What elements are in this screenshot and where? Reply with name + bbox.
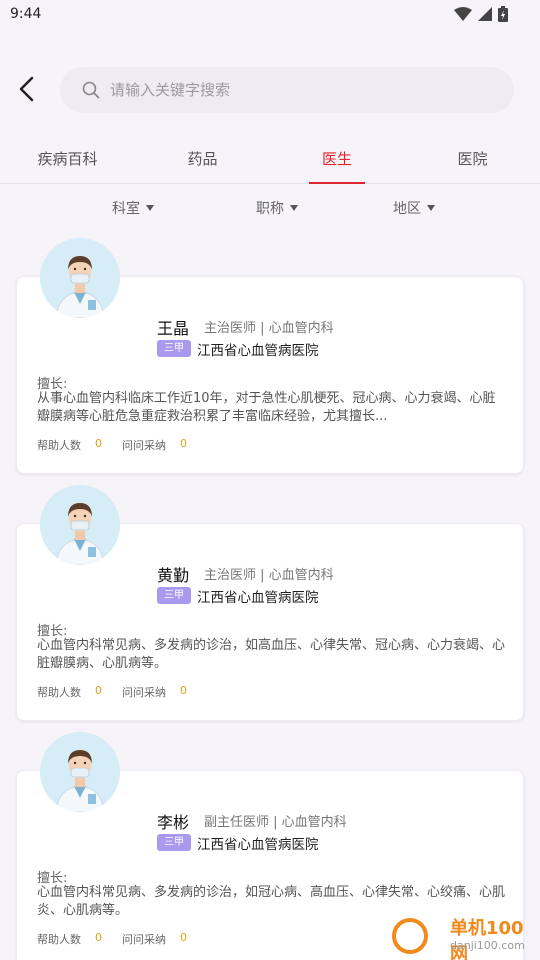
doctor-stats: 帮助人数 0 问问采纳 0 <box>37 437 207 453</box>
back-button[interactable] <box>14 74 42 104</box>
adopt-count-value: 0 <box>180 931 187 944</box>
search-box[interactable] <box>60 67 514 113</box>
hospital-name: 江西省心血管病医院 <box>197 837 319 853</box>
hospital-level-badge: 三甲 <box>157 587 191 604</box>
doctor-stats: 帮助人数 0 问问采纳 0 <box>37 684 207 700</box>
doctor-avatar <box>40 485 120 565</box>
adopt-count-label: 问问采纳 <box>122 933 166 946</box>
watermark-logo-icon <box>392 918 428 954</box>
caret-down-icon <box>290 205 298 211</box>
filter-label: 地区 <box>393 201 421 217</box>
doctor-title: 主治医师 | 心血管内科 <box>204 568 334 583</box>
doctor-card[interactable]: 黄勤 主治医师 | 心血管内科 三甲 江西省心血管病医院 擅长: 心血管内科常见… <box>16 485 524 725</box>
adopt-count-label: 问问采纳 <box>122 439 166 452</box>
filter-title[interactable]: 职称 <box>256 198 298 218</box>
watermark-text: 单机100网 <box>450 918 524 960</box>
tab-label: 疾病百科 <box>37 150 98 168</box>
filter-region[interactable]: 地区 <box>393 198 435 218</box>
help-count-value: 0 <box>95 684 102 697</box>
hospital-name: 江西省心血管病医院 <box>197 343 319 359</box>
tab-diseases[interactable]: 疾病百科 <box>0 138 135 183</box>
doctor-name: 李彬 <box>157 813 190 832</box>
help-count-label: 帮助人数 <box>37 686 81 699</box>
help-count-label: 帮助人数 <box>37 439 81 452</box>
filter-label: 科室 <box>112 201 140 217</box>
signal-icon <box>478 7 492 21</box>
wifi-icon <box>454 7 472 21</box>
search-bar <box>0 66 540 114</box>
adopt-count-value: 0 <box>180 437 187 450</box>
category-tabs: 疾病百科 药品 医生 医院 <box>0 138 540 184</box>
help-count-value: 0 <box>95 931 102 944</box>
filter-department[interactable]: 科室 <box>112 198 154 218</box>
hospital-level-badge: 三甲 <box>157 340 191 357</box>
status-icons <box>454 6 508 22</box>
battery-icon <box>498 6 508 22</box>
tab-medicine[interactable]: 药品 <box>135 138 270 183</box>
tab-label: 药品 <box>187 150 218 168</box>
doctor-avatar-icon <box>40 485 120 565</box>
hospital-name: 江西省心血管病医院 <box>197 590 319 606</box>
filter-bar: 科室 职称 地区 <box>0 198 540 226</box>
doctor-name: 黄勤 <box>157 566 190 585</box>
doctor-stats: 帮助人数 0 问问采纳 0 <box>37 931 207 947</box>
status-time: 9:44 <box>10 6 42 22</box>
adopt-count-value: 0 <box>180 684 187 697</box>
doctor-avatar-icon <box>40 238 120 318</box>
tab-label: 医院 <box>457 150 488 168</box>
doctor-card[interactable]: 王晶 主治医师 | 心血管内科 三甲 江西省心血管病医院 擅长: 从事心血管内科… <box>16 238 524 478</box>
help-count-label: 帮助人数 <box>37 933 81 946</box>
caret-down-icon <box>146 205 154 211</box>
doctor-avatar <box>40 238 120 318</box>
search-input[interactable] <box>110 81 470 99</box>
hospital-level-badge: 三甲 <box>157 834 191 851</box>
specialty-text: 心血管内科常见病、多发病的诊治，如高血压、心律失常、冠心病、心力衰竭、心脏瓣膜病… <box>37 638 506 671</box>
doctor-title: 副主任医师 | 心血管内科 <box>204 815 347 830</box>
watermark-url: danji100.com <box>450 939 525 952</box>
doctor-name: 王晶 <box>157 319 190 338</box>
doctor-title: 主治医师 | 心血管内科 <box>204 321 334 336</box>
site-watermark: 单机100网 danji100.com <box>388 912 540 960</box>
help-count-value: 0 <box>95 437 102 450</box>
caret-down-icon <box>427 205 435 211</box>
status-bar: 9:44 <box>0 0 540 32</box>
doctor-avatar <box>40 732 120 812</box>
back-arrow-icon <box>19 76 34 102</box>
doctor-avatar-icon <box>40 732 120 812</box>
specialty-text: 从事心血管内科临床工作近10年，对于急性心肌梗死、冠心病、心力衰竭、心脏瓣膜病等… <box>37 391 496 424</box>
tab-label: 医生 <box>321 150 352 168</box>
search-icon <box>82 81 100 99</box>
active-tab-indicator <box>309 182 365 184</box>
tab-doctors[interactable]: 医生 <box>309 138 365 184</box>
tab-hospitals[interactable]: 医院 <box>405 138 540 183</box>
filter-label: 职称 <box>256 201 284 217</box>
adopt-count-label: 问问采纳 <box>122 686 166 699</box>
